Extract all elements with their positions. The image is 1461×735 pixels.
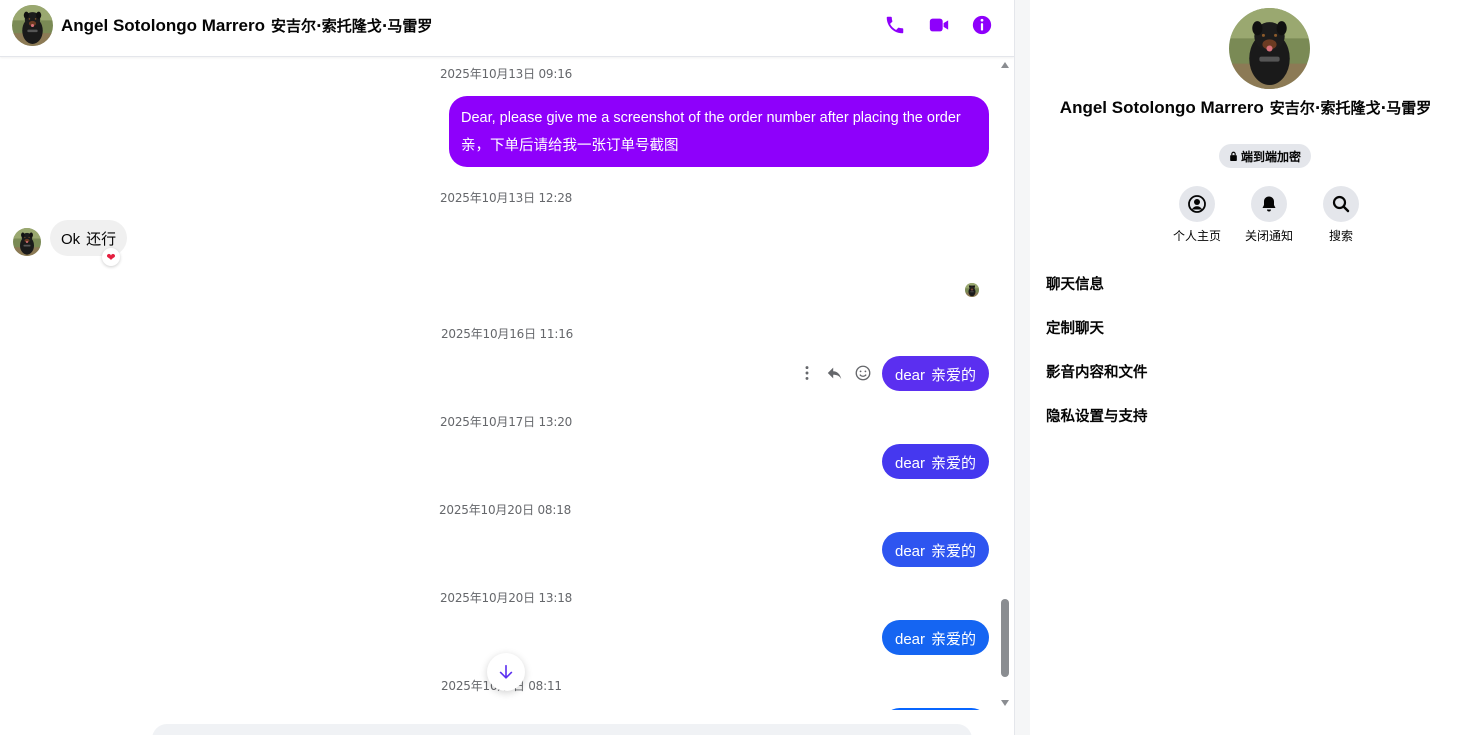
reply-icon[interactable] [825,363,845,383]
search-label: 搜索 [1328,229,1353,243]
section-customize-chat[interactable]: 定制聊天 [1046,317,1104,338]
section-privacy-support[interactable]: 隐私设置与支持 [1046,405,1148,426]
scroll-down-arrow-icon[interactable] [1001,700,1009,706]
message-text-zh: 亲爱的 [931,630,977,648]
timestamp: 2025年10月20日 08:18 [439,503,572,517]
section-media-files[interactable]: 影音内容和文件 [1046,361,1148,382]
sent-message-bubble[interactable]: dear 亲爱的 [882,620,989,655]
mute-button[interactable]: 关闭通知 [1233,186,1305,244]
end-to-end-encryption-badge[interactable]: 端到端加密 [1219,144,1312,168]
info-icon[interactable] [970,13,994,37]
lock-icon [1230,151,1237,161]
sent-message-bubble[interactable]: dear 亲爱的 [882,532,989,567]
message-input[interactable] [152,724,972,735]
seen-receipt-avatar [965,283,979,297]
video-camera-icon[interactable] [927,13,951,37]
section-chat-info[interactable]: 聊天信息 [1046,273,1104,294]
timestamp: 2025年10月13日 12:28 [440,191,573,205]
profile-button[interactable]: 个人主页 [1161,186,1233,244]
message-text-zh: 亲爱的 [931,542,977,560]
profile-name-zh: 安吉尔·索托隆戈·马雷罗 [1269,99,1432,117]
pane-divider [1014,0,1030,735]
contact-name-en: Angel Sotolongo Marrero [61,16,265,35]
timestamp: 2025年10月13日 09:16 [440,67,573,81]
message-text: 亲，下单后请给我一张订单号截图 [461,138,679,154]
profile-name-en: Angel Sotolongo Marrero [1059,98,1264,117]
message-text-zh: 亲爱的 [931,366,977,384]
contact-avatar[interactable] [12,5,53,46]
scrollbar-thumb[interactable] [1001,599,1009,677]
message-text: dear [895,455,926,472]
timestamp: 2025年10月20日 13:18 [440,591,573,605]
message-text-zh: 还行 [86,230,117,248]
message-scrollbar[interactable] [997,58,1013,710]
e2e-label: 端到端加密 [1241,149,1302,164]
timestamp: 2025年10月17日 13:20 [440,415,573,429]
contact-profile-photo[interactable] [1229,8,1310,89]
sent-message-bubble[interactable]: dear 亲爱的 [882,356,989,391]
sent-message-bubble[interactable]: dear 亲爱的 [882,444,989,479]
message-text: Dear, please give me a screenshot of the… [461,110,961,126]
more-options-icon[interactable] [797,363,817,383]
mute-label: 关闭通知 [1244,229,1293,243]
search-button[interactable]: 搜索 [1305,186,1377,244]
phone-icon[interactable] [883,13,907,37]
scroll-up-arrow-icon[interactable] [1001,62,1009,68]
timestamp: 2025年10月16日 11:16 [441,327,574,341]
profile-name: Angel Sotolongo Marrero 安吉尔·索托隆戈·马雷罗 [1030,97,1461,118]
profile-label: 个人主页 [1172,229,1221,243]
message-text: Ok [61,231,81,248]
message-text: dear [895,543,926,560]
sent-message-bubble[interactable]: Dear, please give me a screenshot of the… [449,96,989,167]
scroll-to-bottom-button[interactable] [487,653,525,691]
contact-name-zh: 安吉尔·索托隆戈·马雷罗 [271,17,433,35]
message-text-zh: 亲爱的 [931,454,977,472]
contact-avatar-small[interactable] [13,228,41,256]
profile-icon [1179,186,1215,222]
message-text: dear [895,631,926,648]
contact-name[interactable]: Angel Sotolongo Marrero 安吉尔·索托隆戈·马雷罗 [61,15,432,36]
search-icon [1323,186,1359,222]
sent-message-bubble[interactable] [882,708,989,710]
message-text: dear [895,367,926,384]
heart-reaction-icon[interactable]: ❤ [102,248,120,266]
bell-icon [1251,186,1287,222]
composer [0,711,1014,735]
conversation-info-pane: Angel Sotolongo Marrero 安吉尔·索托隆戈·马雷罗 端到端加… [1030,0,1461,735]
chat-pane: Angel Sotolongo Marrero 安吉尔·索托隆戈·马雷罗 2025… [0,0,1014,735]
message-list[interactable]: 2025年10月13日 09:16 Dear, please give me a… [0,58,1014,710]
emoji-reaction-icon[interactable] [853,363,873,383]
chat-header: Angel Sotolongo Marrero 安吉尔·索托隆戈·马雷罗 [0,0,1014,57]
